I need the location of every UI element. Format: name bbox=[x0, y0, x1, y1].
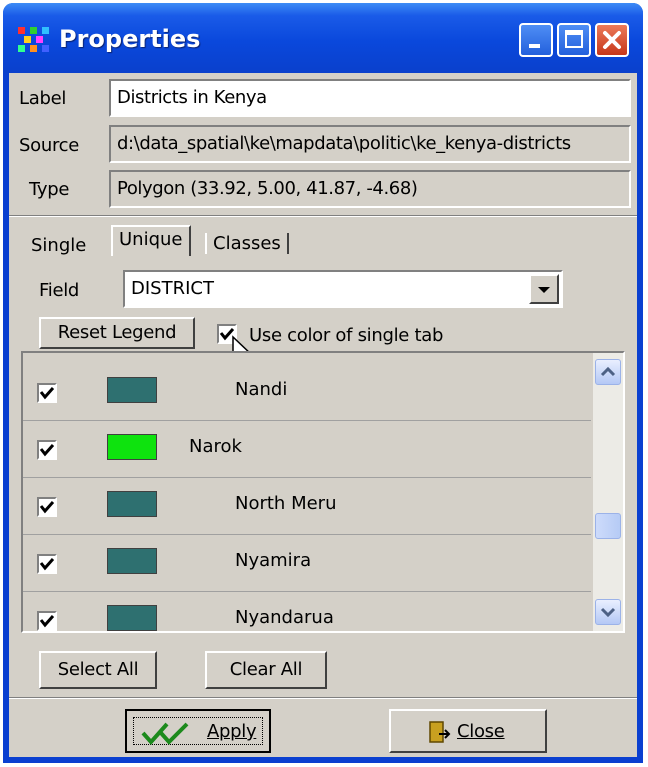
type-caption: Type bbox=[29, 179, 70, 200]
close-window-button[interactable] bbox=[595, 23, 629, 57]
item-label: Nyamira bbox=[235, 550, 312, 571]
item-label: Narok bbox=[189, 436, 242, 457]
minimize-icon bbox=[529, 44, 540, 48]
scroll-down-button[interactable] bbox=[595, 599, 621, 625]
color-swatch[interactable] bbox=[107, 605, 157, 631]
checkmark-icon bbox=[39, 387, 55, 400]
item-checkbox[interactable] bbox=[37, 497, 57, 517]
close-icon bbox=[603, 31, 621, 49]
use-color-label: Use color of single tab bbox=[249, 325, 444, 346]
double-check-icon bbox=[141, 722, 189, 745]
dropdown-button[interactable] bbox=[529, 274, 559, 304]
type-field: Polygon (33.92, 5.00, 41.87, -4.68) bbox=[109, 170, 631, 208]
chevron-up-icon bbox=[600, 366, 616, 377]
list-item[interactable]: Nandi bbox=[23, 363, 591, 421]
tab-unique[interactable]: Unique bbox=[111, 225, 191, 256]
app-grid-icon bbox=[17, 25, 51, 53]
list-item[interactable]: North Meru bbox=[23, 477, 591, 535]
unique-values-list[interactable]: Nandi Narok North Meru Nyamira Nyandarua bbox=[21, 351, 625, 633]
close-label: Close bbox=[457, 721, 505, 742]
field-caption: Field bbox=[39, 280, 80, 301]
scroll-up-button[interactable] bbox=[595, 359, 621, 385]
footer-divider bbox=[9, 697, 637, 699]
item-label: Nyandarua bbox=[235, 607, 334, 628]
scroll-thumb[interactable] bbox=[595, 513, 621, 539]
color-swatch[interactable] bbox=[107, 434, 157, 460]
maximize-button[interactable] bbox=[557, 23, 591, 57]
door-exit-icon bbox=[429, 721, 451, 743]
item-checkbox[interactable] bbox=[37, 611, 57, 631]
maximize-icon bbox=[565, 30, 583, 48]
section-divider bbox=[9, 215, 637, 217]
item-label: Nandi bbox=[235, 379, 288, 400]
item-checkbox[interactable] bbox=[37, 554, 57, 574]
chevron-down-icon bbox=[538, 287, 550, 293]
item-label: North Meru bbox=[235, 493, 337, 514]
color-swatch[interactable] bbox=[107, 377, 157, 403]
field-dropdown[interactable]: DISTRICT bbox=[123, 270, 563, 308]
apply-label: Apply bbox=[207, 721, 257, 742]
tab-single[interactable]: Single bbox=[31, 235, 86, 256]
dialog-body: Label Districts in Kenya Source d:\data_… bbox=[9, 73, 637, 757]
list-item[interactable]: Narok bbox=[23, 420, 591, 478]
item-checkbox[interactable] bbox=[37, 383, 57, 403]
select-all-button[interactable]: Select All bbox=[39, 651, 157, 689]
list-item[interactable]: Nyamira bbox=[23, 534, 591, 592]
source-caption: Source bbox=[19, 135, 80, 156]
properties-window: Properties Label Districts in Kenya Sour… bbox=[3, 3, 643, 763]
label-input[interactable]: Districts in Kenya bbox=[109, 79, 631, 117]
checkmark-icon bbox=[39, 444, 55, 457]
chevron-down-icon bbox=[600, 607, 616, 618]
item-checkbox[interactable] bbox=[37, 440, 57, 460]
minimize-button[interactable] bbox=[519, 23, 553, 57]
checkmark-icon bbox=[39, 615, 55, 628]
field-dropdown-value: DISTRICT bbox=[131, 278, 214, 299]
list-scrollbar[interactable] bbox=[593, 353, 623, 631]
checkmark-icon bbox=[39, 558, 55, 571]
source-field: d:\data_spatial\ke\mapdata\politic\ke_ke… bbox=[109, 125, 631, 163]
color-swatch[interactable] bbox=[107, 548, 157, 574]
apply-button[interactable]: Apply bbox=[125, 709, 271, 753]
list-item[interactable]: Nyandarua bbox=[23, 591, 591, 631]
title-bar[interactable]: Properties bbox=[3, 3, 643, 73]
label-caption: Label bbox=[19, 88, 67, 109]
close-button[interactable]: Close bbox=[389, 709, 547, 753]
tab-classes[interactable]: Classes bbox=[205, 233, 289, 254]
clear-all-button[interactable]: Clear All bbox=[205, 651, 327, 689]
reset-legend-button[interactable]: Reset Legend bbox=[39, 317, 195, 349]
window-title: Properties bbox=[59, 25, 201, 53]
color-swatch[interactable] bbox=[107, 491, 157, 517]
checkmark-icon bbox=[39, 501, 55, 514]
